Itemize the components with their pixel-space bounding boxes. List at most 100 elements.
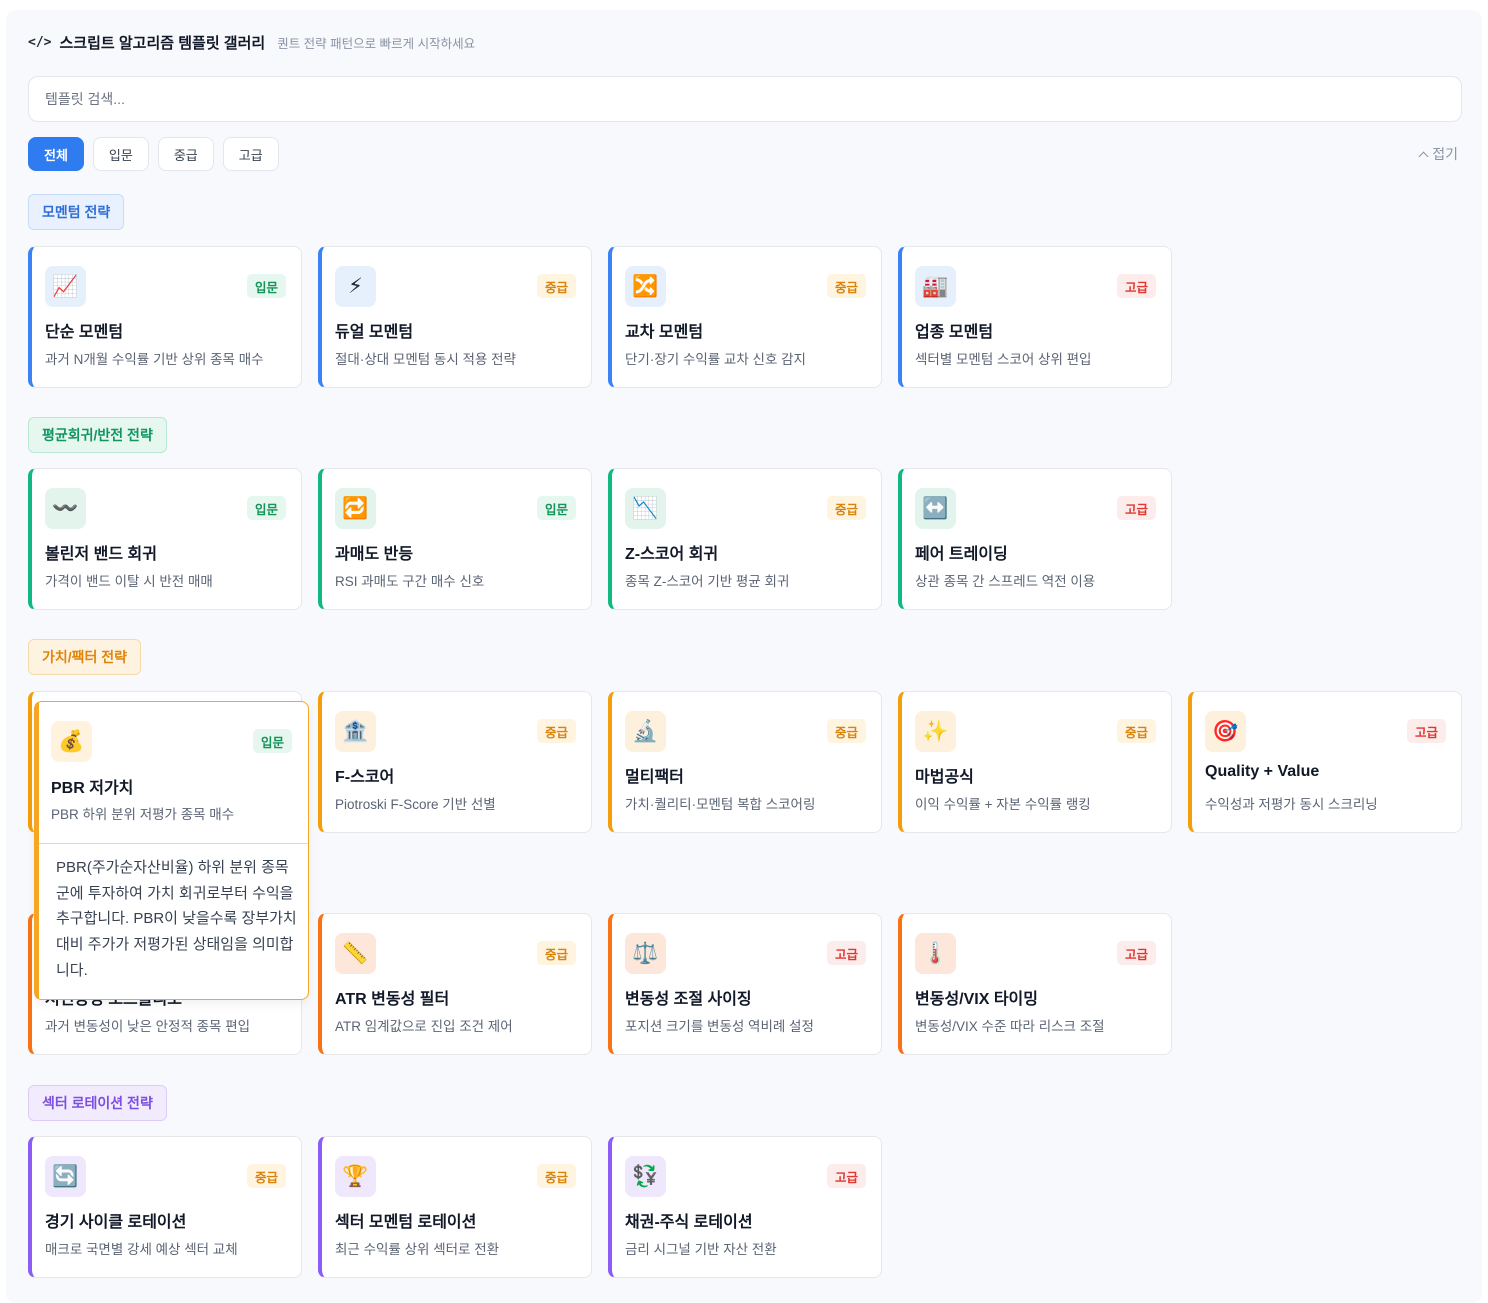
template-desc: 과거 변동성이 낮은 안정적 종목 편입 bbox=[45, 1019, 251, 1034]
template-search-input[interactable] bbox=[28, 76, 1462, 122]
template-card[interactable]: ✨ 중급마법공식이익 수익률 + 자본 수익률 랭킹 bbox=[898, 691, 1172, 833]
template-card[interactable]: 🏭 고급 업종 모멘텀 섹터별 모멘텀 스코어 상위 편입 bbox=[898, 246, 1172, 388]
level-badge: 고급 bbox=[826, 1164, 866, 1188]
level-badge: 중급 bbox=[826, 719, 866, 743]
template-desc: 과거 N개월 수익률 기반 상위 종목 매수 bbox=[45, 352, 264, 367]
level-badge: 중급 bbox=[536, 274, 576, 298]
template-desc: 절대·상대 모멘텀 동시 적용 전략 bbox=[335, 352, 516, 367]
template-desc: 단기·장기 수익률 교차 신호 감지 bbox=[625, 352, 806, 367]
gallery-title: 스크립트 알고리즘 템플릿 갤러리 bbox=[59, 35, 266, 52]
category-label-momentum: 모멘텀 전략 bbox=[28, 194, 125, 230]
template-name: 경기 사이클 로테이션 bbox=[45, 1214, 187, 1231]
template-card[interactable]: 🏦 중급 F-스코어 Piotroski F-Score 기반 선별 bbox=[318, 691, 592, 833]
level-badge: 입문 bbox=[246, 496, 286, 520]
category-label-reversion: 평균회귀/반전 전략 bbox=[28, 417, 167, 453]
category-label-value: 가치/팩터 전략 bbox=[28, 639, 142, 675]
gallery-header: </> 스크립트 알고리즘 템플릿 갤러리 퀀트 전략 패턴으로 빠르게 시작하… bbox=[28, 32, 475, 53]
level-badge: 중급 bbox=[536, 1164, 576, 1188]
template-desc: ATR 임계값으로 진입 조건 제어 bbox=[335, 1019, 513, 1034]
bank-icon: 🏦 bbox=[335, 711, 376, 752]
template-detail-tooltip: 💰 입문 PBR 저가치 PBR 하위 분위 저평가 종목 매수 PBR(주가순… bbox=[34, 701, 309, 1000]
shuffle-icon: 🔀 bbox=[625, 266, 666, 307]
template-name: 교차 모멘텀 bbox=[625, 324, 704, 341]
chart-down-icon: 📉 bbox=[625, 488, 666, 529]
template-card[interactable]: ⚡ 중급듀얼 모멘텀절대·상대 모멘텀 동시 적용 전략 bbox=[318, 246, 592, 388]
template-desc: 포지션 크기를 변동성 역비례 설정 bbox=[625, 1019, 814, 1034]
template-desc: 이익 수익률 + 자본 수익률 랭킹 bbox=[915, 797, 1091, 812]
level-badge: 고급 bbox=[1116, 496, 1156, 520]
template-desc: 변동성/VIX 수준 따라 리스크 조절 bbox=[915, 1019, 1105, 1034]
level-badge: 중급 bbox=[826, 496, 866, 520]
collapse-label: 접기 bbox=[1432, 146, 1458, 162]
trophy-icon: 🏆 bbox=[335, 1156, 376, 1197]
template-card[interactable]: 🔁 입문 과매도 반등 RSI 과매도 구간 매수 신호 bbox=[318, 468, 592, 610]
template-name: 페어 트레이딩 bbox=[915, 546, 1008, 563]
template-desc: 가격이 밴드 이탈 시 반전 매매 bbox=[45, 574, 213, 589]
level-badge: 중급 bbox=[536, 719, 576, 743]
category-label-sector: 섹터 로테이션 전략 bbox=[28, 1085, 167, 1121]
level-badge: 중급 bbox=[246, 1164, 286, 1188]
level-badge: 중급 bbox=[826, 274, 866, 298]
template-name: Quality + Value bbox=[1205, 763, 1320, 780]
template-card[interactable]: 🌡️ 고급변동성/VIX 타이밍변동성/VIX 수준 따라 리스크 조절 bbox=[898, 913, 1172, 1055]
microscope-icon: 🔬 bbox=[625, 711, 666, 752]
ruler-icon: 📏 bbox=[335, 933, 376, 974]
left-right-arrow-icon: ↔️ bbox=[915, 488, 956, 529]
scale-icon: ⚖️ bbox=[625, 933, 666, 974]
template-card[interactable]: 🔀 중급교차 모멘텀단기·장기 수익률 교차 신호 감지 bbox=[608, 246, 882, 388]
template-card[interactable]: 💱 고급 채권-주식 로테이션 금리 시그널 기반 자산 전환 bbox=[608, 1136, 882, 1278]
filter-all[interactable]: 전체 bbox=[28, 137, 84, 171]
template-card[interactable]: 🔄 중급경기 사이클 로테이션매크로 국면별 강세 예상 섹터 교체 bbox=[28, 1136, 302, 1278]
collapse-button[interactable]: 접기 bbox=[1418, 144, 1458, 164]
tooltip-template-desc: PBR 하위 분위 저평가 종목 매수 bbox=[51, 807, 235, 822]
template-card[interactable]: 🔬 중급 멀티팩터 가치·퀄리티·모멘텀 복합 스코어링 bbox=[608, 691, 882, 833]
template-desc: 수익성과 저평가 동시 스크리닝 bbox=[1205, 797, 1378, 812]
lightning-icon: ⚡ bbox=[335, 266, 376, 307]
template-desc: Piotroski F-Score 기반 선별 bbox=[335, 797, 496, 812]
template-card[interactable]: 〰️ 입문 볼린저 밴드 회귀 가격이 밴드 이탈 시 반전 매매 bbox=[28, 468, 302, 610]
level-filter-group: 전체 입문 중급 고급 bbox=[28, 137, 279, 171]
template-name: 마법공식 bbox=[915, 769, 974, 786]
level-badge: 고급 bbox=[1116, 941, 1156, 965]
level-badge: 고급 bbox=[826, 941, 866, 965]
template-card[interactable]: ↔️ 고급페어 트레이딩상관 종목 간 스프레드 역전 이용 bbox=[898, 468, 1172, 610]
cycle-icon: 🔄 bbox=[45, 1156, 86, 1197]
filter-advanced[interactable]: 고급 bbox=[222, 137, 279, 171]
template-name: 업종 모멘텀 bbox=[915, 324, 994, 341]
template-desc: 종목 Z-스코어 기반 평균 회귀 bbox=[625, 574, 790, 589]
template-name: 듀얼 모멘텀 bbox=[335, 324, 414, 341]
template-card[interactable]: ⚖️ 고급 변동성 조절 사이징 포지션 크기를 변동성 역비례 설정 bbox=[608, 913, 882, 1055]
level-badge: 고급 bbox=[1116, 274, 1156, 298]
template-card[interactable]: 🎯 고급 Quality + Value 수익성과 저평가 동시 스크리닝 bbox=[1188, 691, 1462, 833]
tooltip-divider bbox=[39, 843, 308, 844]
tooltip-accent-bar bbox=[35, 702, 39, 999]
tooltip-detail-text: PBR(주가순자산비율) 하위 분위 종목군에 투자하여 가치 회귀로부터 수익… bbox=[56, 859, 297, 979]
target-icon: 🎯 bbox=[1205, 711, 1246, 752]
template-name: 멀티팩터 bbox=[625, 769, 684, 786]
template-desc: 상관 종목 간 스프레드 역전 이용 bbox=[915, 574, 1096, 589]
template-name: F-스코어 bbox=[335, 769, 395, 786]
tooltip-level-badge: 입문 bbox=[252, 729, 292, 753]
level-badge: 고급 bbox=[1406, 719, 1446, 743]
template-card[interactable]: 📏 중급 ATR 변동성 필터 ATR 임계값으로 진입 조건 제어 bbox=[318, 913, 592, 1055]
template-desc: RSI 과매도 구간 매수 신호 bbox=[335, 574, 485, 589]
template-card[interactable]: 📈 입문 단순 모멘텀 과거 N개월 수익률 기반 상위 종목 매수 bbox=[28, 246, 302, 388]
template-card[interactable]: 📉 중급 Z-스코어 회귀 종목 Z-스코어 기반 평균 회귀 bbox=[608, 468, 882, 610]
sparkles-icon: ✨ bbox=[915, 711, 956, 752]
level-badge: 중급 bbox=[1116, 719, 1156, 743]
filter-beginner[interactable]: 입문 bbox=[92, 137, 149, 171]
chart-up-icon: 📈 bbox=[45, 266, 86, 307]
factory-icon: 🏭 bbox=[915, 266, 956, 307]
template-desc: 매크로 국면별 강세 예상 섹터 교체 bbox=[45, 1242, 238, 1257]
level-badge: 중급 bbox=[536, 941, 576, 965]
tooltip-template-name: PBR 저가치 bbox=[51, 780, 134, 797]
template-name: 변동성/VIX 타이밍 bbox=[915, 991, 1038, 1008]
template-name: 섹터 모멘텀 로테이션 bbox=[335, 1214, 477, 1231]
thermometer-icon: 🌡️ bbox=[915, 933, 956, 974]
template-card[interactable]: 🏆 중급 섹터 모멘텀 로테이션 최근 수익률 상위 섹터로 전환 bbox=[318, 1136, 592, 1278]
template-name: 단순 모멘텀 bbox=[45, 324, 124, 341]
chevron-up-icon bbox=[1418, 151, 1429, 161]
template-desc: 금리 시그널 기반 자산 전환 bbox=[625, 1242, 777, 1257]
filter-intermediate[interactable]: 중급 bbox=[157, 137, 214, 171]
template-name: ATR 변동성 필터 bbox=[335, 991, 450, 1008]
